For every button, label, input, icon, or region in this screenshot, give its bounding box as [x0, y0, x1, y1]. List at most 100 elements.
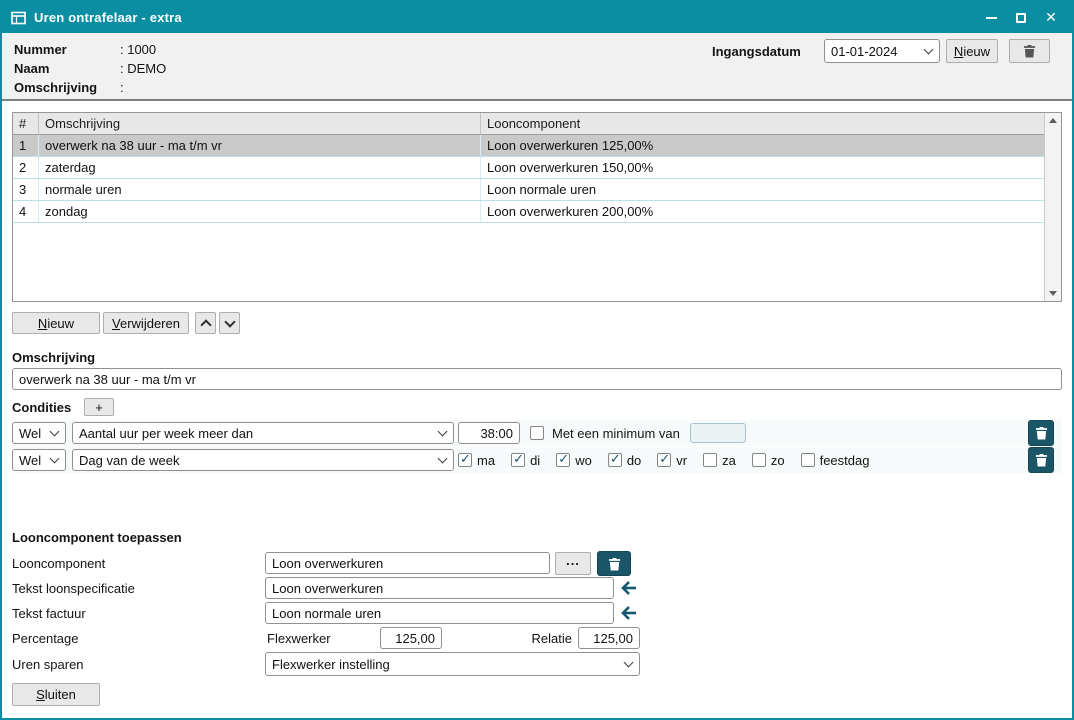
column-header-omschrijving[interactable]: Omschrijving — [39, 113, 481, 134]
move-down-button[interactable] — [219, 312, 240, 334]
table-row[interactable]: 3 normale uren Loon normale uren — [13, 179, 1044, 201]
weekday-option: do — [608, 453, 641, 468]
omschrijving-header-value: : — [120, 80, 124, 95]
cell-num: 3 — [13, 179, 39, 200]
uren-ontrafelaar-dialog: Uren ontrafelaar - extra ✕ Nummer : 1000… — [0, 0, 1074, 720]
column-header-num[interactable]: # — [13, 113, 39, 134]
maximize-button[interactable] — [1006, 2, 1036, 33]
unravel-rules-table: # Omschrijving Looncomponent 1 overwerk … — [12, 112, 1062, 302]
ingangsdatum-select[interactable]: 01-01-2024 — [824, 39, 940, 63]
delete-version-button[interactable] — [1009, 39, 1050, 63]
form-icon — [11, 11, 26, 25]
nummer-value: : 1000 — [120, 42, 156, 57]
chevron-down-icon — [438, 454, 448, 464]
arrow-left-icon — [621, 581, 637, 595]
nieuw-row-button[interactable]: Nieuw — [12, 312, 100, 334]
table-row[interactable]: 4 zondag Loon overwerkuren 200,00% — [13, 201, 1044, 223]
copy-factuur-button[interactable] — [618, 602, 640, 624]
sluiten-button[interactable]: Sluiten — [12, 683, 100, 706]
day-label: wo — [575, 453, 592, 468]
browse-looncomponent-button[interactable]: ... — [555, 552, 591, 575]
delete-condition-button[interactable] — [1028, 420, 1054, 446]
add-condition-button[interactable]: + — [84, 398, 114, 416]
scroll-down-icon[interactable] — [1049, 291, 1057, 296]
factuur-label: Tekst factuur — [12, 606, 86, 621]
looncomponent-input[interactable] — [265, 552, 550, 574]
day-checkbox[interactable] — [657, 453, 671, 467]
table-row[interactable]: 1 overwerk na 38 uur - ma t/m vr Loon ov… — [13, 135, 1044, 157]
arrow-left-icon — [621, 606, 637, 620]
cell-omschrijving: zaterdag — [39, 157, 481, 178]
trash-icon — [1035, 453, 1048, 467]
header-divider — [2, 99, 1072, 101]
factuur-input[interactable] — [265, 602, 614, 624]
ingangsdatum-value: 01-01-2024 — [831, 44, 898, 59]
ingangsdatum-label: Ingangsdatum — [712, 44, 801, 59]
table-scrollbar[interactable] — [1044, 113, 1061, 301]
nieuw-version-button[interactable]: Nieuw — [946, 39, 998, 63]
day-checkbox[interactable] — [458, 453, 472, 467]
condition-mode-select[interactable]: Wel — [12, 422, 66, 444]
window-title: Uren ontrafelaar - extra — [34, 10, 182, 25]
weekday-option: di — [511, 453, 540, 468]
day-checkbox[interactable] — [801, 453, 815, 467]
flexwerker-label: Flexwerker — [267, 631, 331, 646]
close-button[interactable]: ✕ — [1036, 2, 1066, 33]
condition-mode-select[interactable]: Wel — [12, 449, 66, 471]
day-checkbox[interactable] — [556, 453, 570, 467]
weekday-option: wo — [556, 453, 592, 468]
day-checkbox[interactable] — [752, 453, 766, 467]
move-up-button[interactable] — [195, 312, 216, 334]
percentage-label: Percentage — [12, 631, 79, 646]
minimum-checkbox[interactable] — [530, 426, 544, 440]
omschrijving-field-label: Omschrijving — [12, 350, 95, 365]
condition-row: Wel Dag van de week ma di wo do — [12, 447, 1062, 473]
day-label: zo — [771, 453, 785, 468]
copy-loonspec-button[interactable] — [618, 577, 640, 599]
relatie-percentage-input[interactable] — [578, 627, 640, 649]
nummer-label: Nummer — [14, 42, 67, 57]
chevron-down-icon — [924, 45, 934, 55]
day-checkbox[interactable] — [511, 453, 525, 467]
weekday-option: zo — [752, 453, 785, 468]
column-header-looncomponent[interactable]: Looncomponent — [481, 113, 1044, 134]
uren-sparen-select[interactable]: Flexwerker instelling — [265, 652, 640, 676]
day-checkbox[interactable] — [608, 453, 622, 467]
window-controls: ✕ — [976, 2, 1072, 33]
condition-type-select[interactable]: Aantal uur per week meer dan — [72, 422, 454, 444]
uren-sparen-label: Uren sparen — [12, 657, 84, 672]
weekday-checkbox-group: ma di wo do vr za — [458, 447, 869, 473]
day-label: do — [627, 453, 641, 468]
minimize-button[interactable] — [976, 2, 1006, 33]
day-label: vr — [676, 453, 687, 468]
weekday-option: za — [703, 453, 736, 468]
delete-condition-button[interactable] — [1028, 447, 1054, 473]
chevron-down-icon — [224, 316, 235, 327]
cell-num: 4 — [13, 201, 39, 222]
condities-label: Condities — [12, 400, 71, 415]
loonspec-input[interactable] — [265, 577, 614, 599]
omschrijving-input[interactable] — [12, 368, 1062, 390]
minimum-value-input[interactable] — [690, 423, 746, 443]
condition-type-select[interactable]: Dag van de week — [72, 449, 454, 471]
hours-threshold-input[interactable] — [458, 422, 520, 444]
scroll-up-icon[interactable] — [1049, 118, 1057, 123]
trash-icon — [1035, 426, 1048, 440]
day-label: feestdag — [820, 453, 870, 468]
chevron-down-icon — [438, 427, 448, 437]
chevron-down-icon — [50, 427, 60, 437]
cell-looncomponent: Loon overwerkuren 150,00% — [481, 160, 1044, 175]
looncomponent-section-title: Looncomponent toepassen — [12, 530, 182, 545]
clear-looncomponent-button[interactable] — [597, 551, 631, 576]
chevron-down-icon — [50, 454, 60, 464]
cell-omschrijving: normale uren — [39, 179, 481, 200]
cell-omschrijving: zondag — [39, 201, 481, 222]
table-row[interactable]: 2 zaterdag Loon overwerkuren 150,00% — [13, 157, 1044, 179]
day-checkbox[interactable] — [703, 453, 717, 467]
omschrijving-header-label: Omschrijving — [14, 80, 97, 95]
chevron-up-icon — [200, 319, 211, 330]
table-header-row: # Omschrijving Looncomponent — [13, 113, 1044, 135]
verwijderen-button[interactable]: Verwijderen — [103, 312, 189, 334]
day-label: za — [722, 453, 736, 468]
flexwerker-percentage-input[interactable] — [380, 627, 442, 649]
